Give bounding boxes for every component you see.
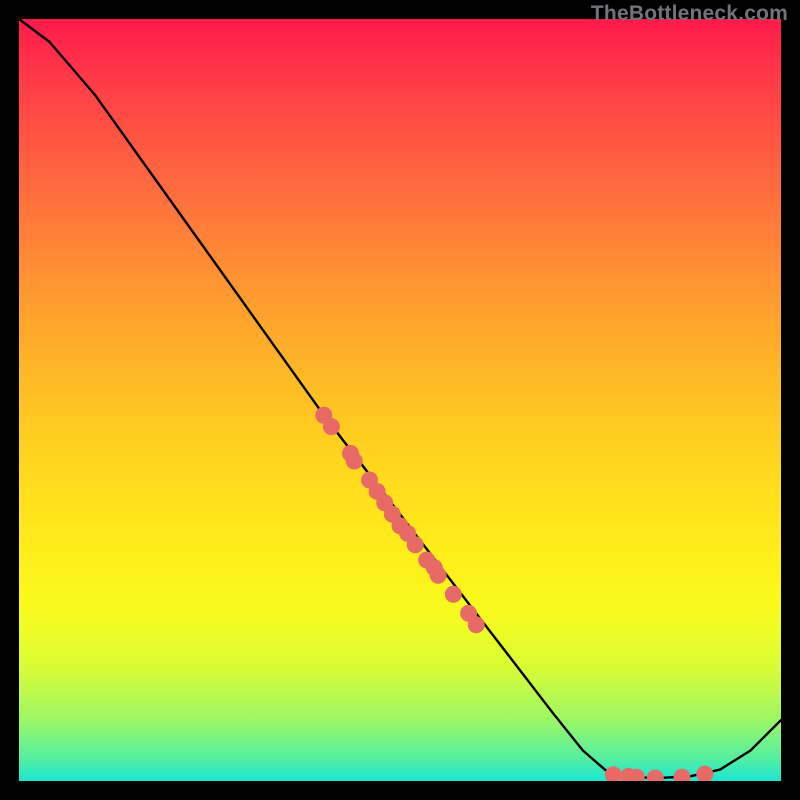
chart-dot — [430, 567, 447, 584]
chart-dot — [605, 766, 622, 781]
chart-plot-area — [19, 19, 781, 781]
chart-dot — [346, 452, 363, 469]
chart-dot — [445, 586, 462, 603]
chart-dot — [647, 769, 664, 781]
attribution-label: TheBottleneck.com — [591, 2, 788, 26]
chart-overlay — [19, 19, 781, 781]
chart-dot — [407, 536, 424, 553]
chart-stage: TheBottleneck.com — [0, 0, 800, 800]
chart-curve — [19, 19, 781, 778]
chart-dot — [673, 769, 690, 781]
chart-dot — [323, 418, 340, 435]
chart-dots — [315, 407, 713, 781]
chart-dot — [468, 616, 485, 633]
chart-dot — [696, 766, 713, 781]
